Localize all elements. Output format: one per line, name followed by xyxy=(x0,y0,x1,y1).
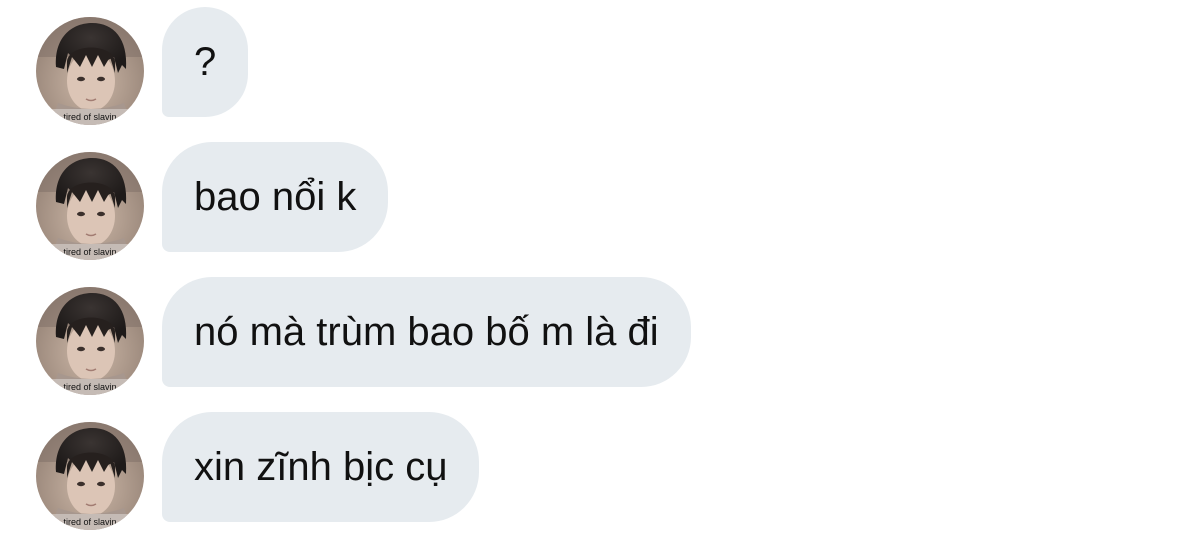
message-bubble[interactable]: ? xyxy=(162,7,249,117)
message-text: ? xyxy=(194,39,217,84)
avatar[interactable]: tired of slavin xyxy=(36,17,144,125)
message-bubble[interactable]: bao nổi k xyxy=(162,142,389,252)
message-row: tired of slavin nó mà trùm bao bố m là đ… xyxy=(0,277,1179,387)
avatar-caption: tired of slavin xyxy=(63,112,116,122)
message-text: nó mà trùm bao bố m là đi xyxy=(194,309,659,354)
message-text: bao nổi k xyxy=(194,174,357,219)
message-row: tired of slavin xin zĩnh bịc cụ xyxy=(0,412,1179,522)
avatar[interactable]: tired of slavin xyxy=(36,422,144,530)
avatar[interactable]: tired of slavin xyxy=(36,287,144,395)
avatar-caption: tired of slavin xyxy=(63,247,116,257)
message-row: tired of slavin ? xyxy=(0,7,1179,117)
message-bubble[interactable]: xin zĩnh bịc cụ xyxy=(162,412,480,522)
avatar-caption: tired of slavin xyxy=(63,517,116,527)
avatar-caption: tired of slavin xyxy=(63,382,116,392)
message-row: tired of slavin bao nổi k xyxy=(0,142,1179,252)
message-bubble[interactable]: nó mà trùm bao bố m là đi xyxy=(162,277,691,387)
message-text: xin zĩnh bịc cụ xyxy=(194,444,448,489)
avatar[interactable]: tired of slavin xyxy=(36,152,144,260)
